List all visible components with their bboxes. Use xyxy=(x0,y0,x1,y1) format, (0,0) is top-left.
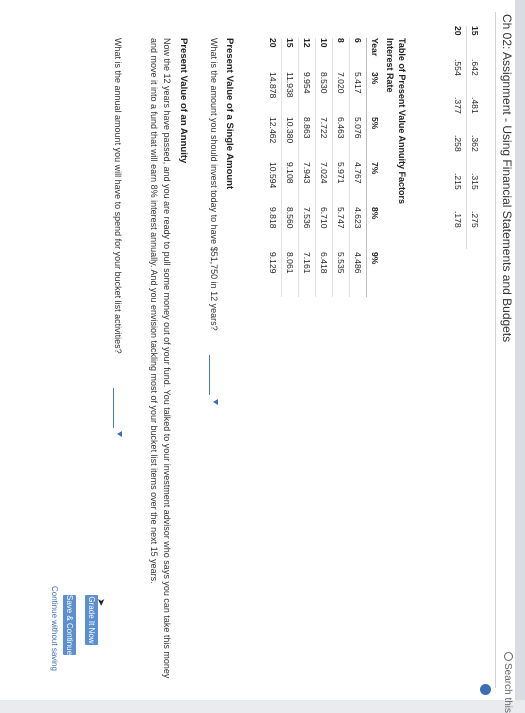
table-cell: .481 xyxy=(466,97,483,135)
table-row: 10 8.530 7.722 7.024 6.710 6.418 xyxy=(315,38,333,297)
top-strip xyxy=(515,0,525,700)
search-icon xyxy=(504,652,513,661)
table-cell: .215 xyxy=(453,173,463,190)
save-continue-button[interactable]: Save & Continue xyxy=(63,595,76,655)
table-row: 15 .642 .481 .362 .315 .275 xyxy=(466,26,483,249)
single-amount-question: What is the amount you should invest tod… xyxy=(209,38,219,331)
single-amount-answer-input[interactable] xyxy=(209,355,222,395)
table-cell: 6.418 xyxy=(315,252,333,297)
column-header: 3% xyxy=(366,72,383,117)
table-cell: 5.747 xyxy=(332,207,350,252)
table-cell: 8.061 xyxy=(281,252,299,297)
continue-without-saving-link[interactable]: Continue without saving xyxy=(50,586,59,671)
table-cell: .275 xyxy=(466,211,483,249)
table-row: 8 7.020 6.463 5.971 5.747 5.535 xyxy=(332,38,350,297)
annuity-paragraph: Now the 12 years have passed, and you ar… xyxy=(149,38,172,679)
table-cell: 8.863 xyxy=(298,117,316,162)
table-cell: 9.129 xyxy=(268,252,278,274)
table-cell: .258 xyxy=(453,135,463,152)
table-row: 15 11.938 10.380 9.108 8.560 8.061 xyxy=(281,38,299,297)
table-cell: .178 xyxy=(453,211,463,228)
column-header: 9% xyxy=(366,252,383,297)
assignment-page: Ch 02: Assignment - Using Financial Stat… xyxy=(0,0,525,713)
table-cell: 5.535 xyxy=(332,252,350,297)
table-cell-year: 8 xyxy=(332,38,350,72)
table-row: 6 5.417 5.076 4.767 4.623 4.486 xyxy=(349,38,367,297)
dropdown-arrow-icon[interactable] xyxy=(117,431,122,437)
pva-table-subtitle: Interest Rate xyxy=(385,38,395,93)
table-cell-year: 6 xyxy=(349,38,367,72)
pva-table-title: Table of Present Value Annuity Factors xyxy=(397,38,407,205)
table-cell: .362 xyxy=(466,135,483,173)
search-label: Search this xyxy=(502,663,513,713)
table-cell-year: 15 xyxy=(466,26,483,59)
annuity-question: What is the annual amount you will have … xyxy=(113,38,123,354)
table-cell: 9.108 xyxy=(281,162,299,207)
annuity-answer-input[interactable] xyxy=(113,388,126,428)
table-row: 12 9.954 8.863 7.943 7.536 7.161 xyxy=(298,38,316,297)
header-divider xyxy=(495,12,496,688)
factor-table-continued: 15 .642 .481 .362 .315 .275 20 .554 .377… xyxy=(450,26,483,249)
table-cell-year: 20 xyxy=(453,26,463,36)
column-header: 8% xyxy=(366,207,383,252)
table-cell: 7.722 xyxy=(315,117,333,162)
table-cell: 10.594 xyxy=(268,162,278,189)
search-box[interactable]: Search this xyxy=(502,652,514,713)
grade-it-now-button[interactable]: Grade It Now xyxy=(85,595,98,645)
table-cell: 7.536 xyxy=(298,207,316,252)
table-cell: 5.971 xyxy=(332,162,350,207)
table-cell: 7.024 xyxy=(315,162,333,207)
table-cell-year: 15 xyxy=(281,38,299,72)
table-cell: 9.954 xyxy=(298,72,316,117)
table-cell: 9.818 xyxy=(268,207,278,229)
table-cell-year: 20 xyxy=(268,38,278,48)
table-cell: 6.710 xyxy=(315,207,333,252)
table-cell: 4.486 xyxy=(349,252,367,297)
table-row: 20 14.878 12.462 10.594 9.818 9.129 xyxy=(265,38,282,297)
table-cell: 14.878 xyxy=(268,72,278,99)
table-cell: 7.943 xyxy=(298,162,316,207)
pva-factor-table: Year 3% 5% 7% 8% 9% 6 5.417 5.076 4.767 … xyxy=(265,38,383,297)
table-cell: .315 xyxy=(466,173,483,211)
table-header-row: Year 3% 5% 7% 8% 9% xyxy=(366,38,383,297)
table-cell: .642 xyxy=(466,59,483,97)
table-cell: 8.560 xyxy=(281,207,299,252)
table-cell: 5.076 xyxy=(349,117,367,162)
table-cell: 10.380 xyxy=(281,117,299,162)
table-cell-year: 10 xyxy=(315,38,333,72)
table-cell: 11.938 xyxy=(281,72,299,117)
table-cell: .554 xyxy=(453,59,463,76)
table-row: 20 .554 .377 .258 .215 .178 xyxy=(450,26,467,249)
table-cell: 6.463 xyxy=(332,117,350,162)
table-cell: 4.623 xyxy=(349,207,367,252)
column-header: Year xyxy=(366,38,383,72)
column-header: 5% xyxy=(366,117,383,162)
table-cell: .377 xyxy=(453,97,463,114)
dropdown-arrow-icon[interactable] xyxy=(213,399,218,405)
info-icon[interactable] xyxy=(480,684,491,695)
table-cell: 7.161 xyxy=(298,252,316,297)
table-cell: 7.020 xyxy=(332,72,350,117)
table-cell-year: 12 xyxy=(298,38,316,72)
annuity-title: Present Value of an Annuity xyxy=(178,38,189,164)
table-cell: 12.462 xyxy=(268,117,278,144)
column-header: 7% xyxy=(366,162,383,207)
table-cell: 8.530 xyxy=(315,72,333,117)
single-amount-title: Present Value of a Single Amount xyxy=(224,38,235,190)
page-title: Ch 02: Assignment - Using Financial Stat… xyxy=(500,14,514,343)
table-cell: 5.417 xyxy=(349,72,367,117)
table-cell: 4.767 xyxy=(349,162,367,207)
